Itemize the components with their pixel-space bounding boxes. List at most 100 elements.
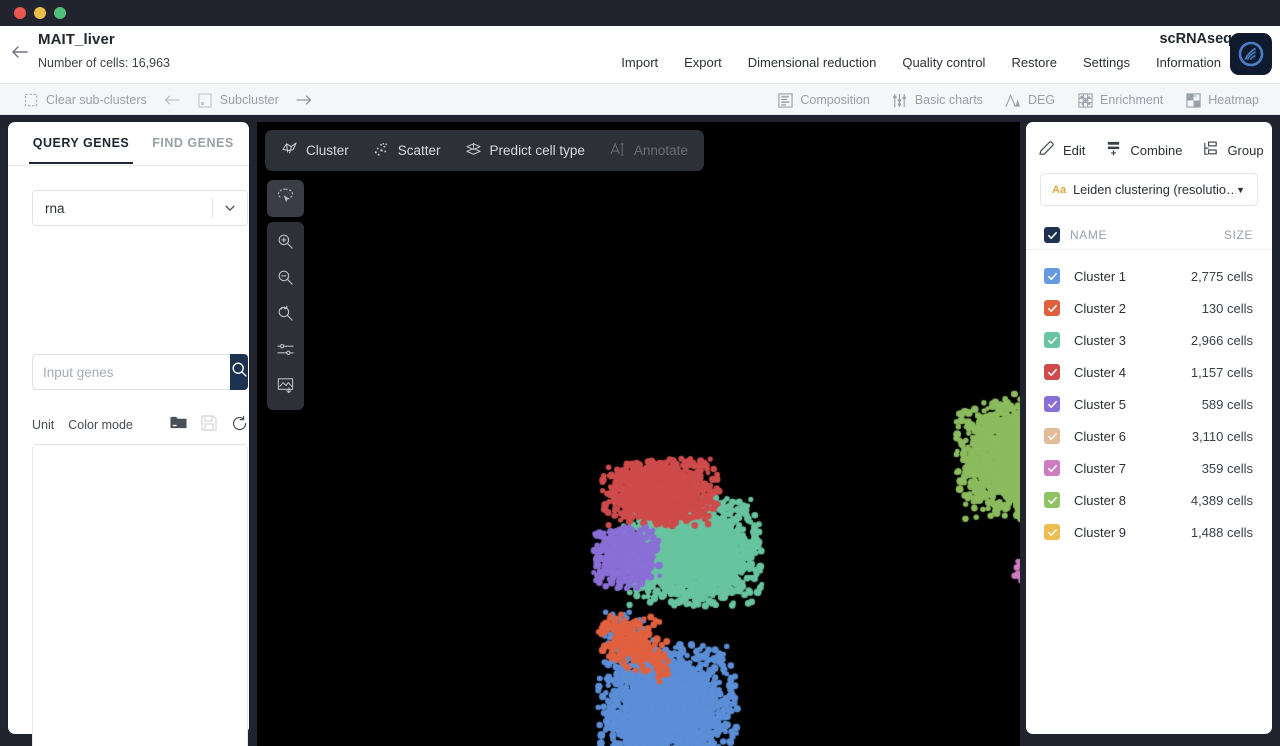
nav-item-restore[interactable]: Restore — [998, 55, 1070, 70]
nav-item-import[interactable]: Import — [608, 55, 671, 70]
cluster-checkbox[interactable] — [1044, 460, 1060, 476]
cluster-row[interactable]: Cluster 12,775 cells — [1026, 260, 1272, 292]
composition-button[interactable]: Composition — [766, 89, 880, 111]
cluster-row[interactable]: Cluster 7359 cells — [1026, 452, 1272, 484]
cluster-checkbox[interactable] — [1044, 364, 1060, 380]
plot-mode-scatter-label: Scatter — [398, 143, 441, 158]
nav-item-quality-control[interactable]: Quality control — [889, 55, 998, 70]
cell-count-label: Number of cells: 16,963 — [38, 56, 170, 70]
composition-icon — [777, 92, 793, 108]
triangle-down-icon[interactable]: ▼ — [1236, 185, 1257, 195]
assay-select-value: rna — [33, 201, 212, 216]
tool-reset-zoom[interactable] — [267, 298, 304, 334]
select-all-checkbox[interactable] — [1044, 227, 1060, 243]
plot-mode-toolbar: Cluster Scatter Predict — [265, 130, 704, 171]
cluster-row[interactable]: Cluster 63,110 cells — [1026, 420, 1272, 452]
gene-list-box[interactable] — [32, 444, 248, 746]
back-arrow-icon[interactable] — [8, 40, 32, 64]
edit-clusters-button[interactable]: Edit — [1038, 140, 1085, 160]
plot-mode-predict-cell-type[interactable]: Predict cell type — [453, 135, 597, 167]
clear-subclusters-button[interactable]: Clear sub-clusters — [12, 89, 158, 111]
deg-icon — [1005, 92, 1021, 108]
window-maximize-button[interactable] — [54, 7, 66, 19]
lasso-clear-icon — [23, 92, 39, 108]
chevron-down-icon[interactable] — [213, 201, 247, 215]
heatmap-button[interactable]: Heatmap — [1174, 89, 1270, 111]
plot-mode-predict-label: Predict cell type — [490, 143, 585, 158]
clusters-panel: Edit Combine — [1026, 122, 1272, 734]
search-input[interactable] — [32, 354, 230, 390]
cluster-checkbox[interactable] — [1044, 428, 1060, 444]
cluster-name: Cluster 5 — [1074, 397, 1126, 412]
tool-plot-settings[interactable] — [267, 334, 304, 370]
unit-label[interactable]: Unit — [32, 418, 54, 432]
nav-item-information[interactable]: Information — [1143, 55, 1234, 70]
reset-zoom-icon — [276, 304, 295, 328]
window-close-button[interactable] — [14, 7, 26, 19]
cluster-actions: Edit Combine — [1026, 136, 1272, 164]
save-icon[interactable] — [201, 415, 217, 436]
plot-mode-cluster[interactable]: Cluster — [269, 135, 361, 167]
umap-plot-area[interactable]: Cluster Scatter Predict — [257, 122, 1020, 746]
color-mode-label[interactable]: Color mode — [68, 418, 133, 432]
subcluster-icon — [197, 92, 213, 108]
scatter-plot-canvas[interactable] — [257, 122, 1020, 746]
nav-item-settings[interactable]: Settings — [1070, 55, 1143, 70]
predict-cell-type-icon — [465, 141, 482, 161]
basic-charts-icon — [892, 92, 908, 108]
plot-mode-scatter[interactable]: Scatter — [361, 135, 453, 167]
plot-mode-annotate: Annotate — [597, 135, 700, 167]
cluster-checkbox[interactable] — [1044, 492, 1060, 508]
subcluster-next-button[interactable] — [290, 89, 318, 111]
column-header-name: NAME — [1070, 228, 1107, 242]
search-button[interactable] — [230, 354, 248, 390]
group-clusters-button[interactable]: Group — [1202, 140, 1263, 160]
tool-zoom-out[interactable] — [267, 262, 304, 298]
cluster-checkbox[interactable] — [1044, 268, 1060, 284]
cluster-row[interactable]: Cluster 91,488 cells — [1026, 516, 1272, 548]
cluster-row[interactable]: Cluster 2130 cells — [1026, 292, 1272, 324]
tab-query-genes[interactable]: QUERY GENES — [29, 122, 133, 164]
nav-item-export[interactable]: Export — [671, 55, 735, 70]
clustering-select-value: Leiden clustering (resolutio… — [1073, 182, 1236, 197]
app-header: MAIT_liver Number of cells: 16,963 scRNA… — [0, 26, 1280, 83]
composition-label: Composition — [800, 93, 869, 107]
arrow-right-icon — [296, 92, 312, 108]
reset-icon[interactable] — [231, 415, 248, 436]
window-titlebar — [0, 0, 1280, 26]
deg-button[interactable]: DEG — [994, 89, 1066, 111]
tool-zoom-in[interactable] — [267, 226, 304, 262]
tool-download-image[interactable] — [267, 370, 304, 406]
annotate-icon — [609, 141, 626, 161]
assay-select[interactable]: rna — [32, 190, 248, 226]
folder-icon[interactable] — [170, 415, 187, 435]
sub-toolbar: Clear sub-clusters Subcluster — [0, 83, 1280, 115]
zoom-in-icon — [276, 232, 295, 256]
cluster-row[interactable]: Cluster 5589 cells — [1026, 388, 1272, 420]
scatter-icon — [373, 141, 390, 161]
cluster-row[interactable]: Cluster 32,966 cells — [1026, 324, 1272, 356]
subcluster-button[interactable]: Subcluster — [186, 89, 290, 111]
cluster-name: Cluster 4 — [1074, 365, 1126, 380]
cluster-name: Cluster 2 — [1074, 301, 1126, 316]
tab-find-genes[interactable]: FIND GENES — [141, 122, 245, 162]
cluster-size: 2,966 cells — [1191, 333, 1253, 348]
cluster-checkbox[interactable] — [1044, 396, 1060, 412]
combine-clusters-button[interactable]: Combine — [1105, 140, 1182, 160]
edit-clusters-label: Edit — [1063, 143, 1085, 158]
cluster-checkbox[interactable] — [1044, 300, 1060, 316]
cluster-icon — [281, 141, 298, 161]
subcluster-prev-button[interactable] — [158, 89, 186, 111]
cluster-row[interactable]: Cluster 84,389 cells — [1026, 484, 1272, 516]
tool-lasso-select[interactable] — [267, 180, 304, 217]
nav-item-dimensional-reduction[interactable]: Dimensional reduction — [735, 55, 890, 70]
cluster-row[interactable]: Cluster 41,157 cells — [1026, 356, 1272, 388]
basic-charts-button[interactable]: Basic charts — [881, 89, 994, 111]
cluster-checkbox[interactable] — [1044, 524, 1060, 540]
search-icon — [231, 361, 248, 383]
enrichment-button[interactable]: Enrichment — [1066, 89, 1174, 111]
window-minimize-button[interactable] — [34, 7, 46, 19]
clustering-select[interactable]: Aa Leiden clustering (resolutio… ▼ — [1040, 173, 1258, 206]
cluster-checkbox[interactable] — [1044, 332, 1060, 348]
gene-search-row — [32, 354, 248, 390]
